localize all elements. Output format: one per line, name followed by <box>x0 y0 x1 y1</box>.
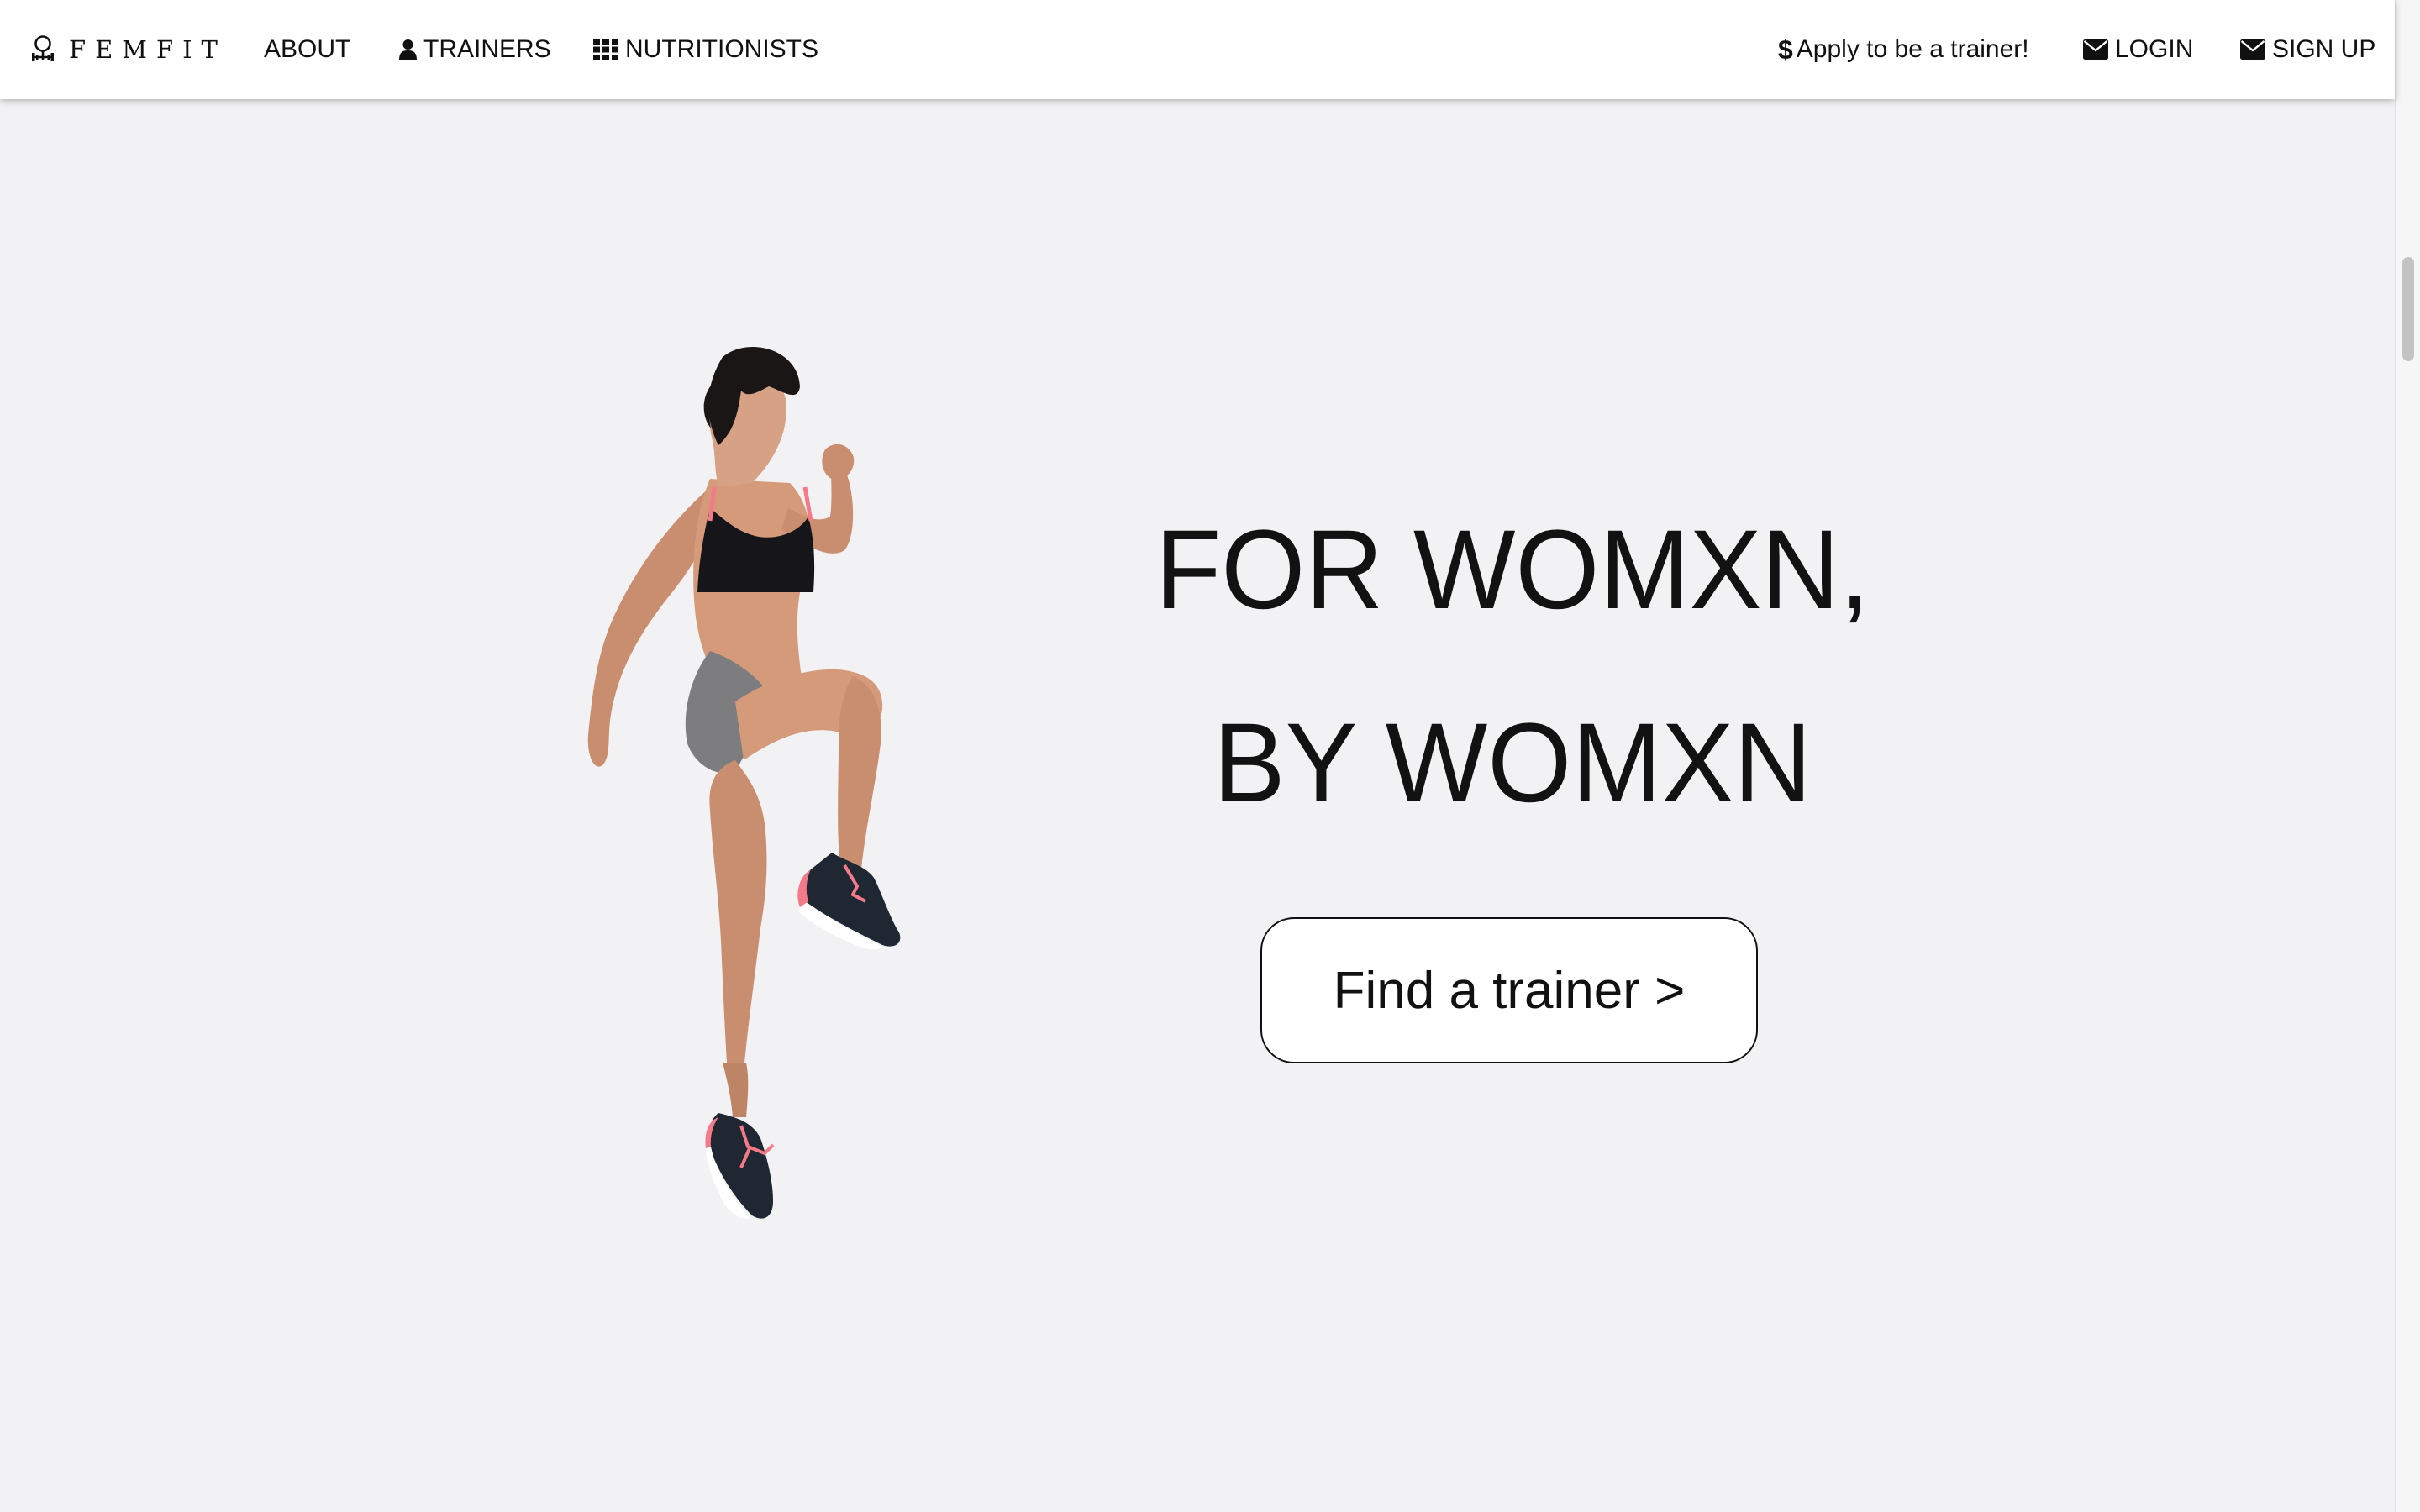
envelope-icon <box>2083 39 2108 60</box>
scrollbar-thumb[interactable] <box>2402 257 2414 361</box>
grid-icon <box>593 39 618 60</box>
hero-headline-line2: BY WOMXN <box>1213 701 1812 826</box>
female-dumbbell-logo-icon <box>32 35 54 61</box>
nav-nutritionists-label: NUTRITIONISTS <box>625 35 818 63</box>
nav-apply-link[interactable]: $ Apply to be a trainer! <box>1778 0 2029 99</box>
dollar-icon: $ <box>1778 34 1793 65</box>
hero-headline-line1: FOR WOMXN, <box>1155 507 1870 633</box>
user-icon <box>399 39 417 60</box>
hero-athlete-image <box>587 346 901 1219</box>
find-trainer-button[interactable]: Find a trainer > <box>1260 917 1758 1063</box>
nav-login-label: LOGIN <box>2115 35 2194 63</box>
brand-name: FEMFIT <box>69 35 227 64</box>
nav-about-link[interactable]: ABOUT <box>264 0 350 99</box>
envelope-icon <box>2240 39 2265 60</box>
vertical-scrollbar[interactable] <box>2395 0 2420 1512</box>
nav-apply-label: Apply to be a trainer! <box>1796 35 2029 63</box>
nav-nutritionists-link[interactable]: NUTRITIONISTS <box>593 0 818 99</box>
nav-signup-link[interactable]: SIGN UP <box>2240 0 2375 99</box>
nav-login-link[interactable]: LOGIN <box>2083 0 2193 99</box>
brand-logo-link[interactable]: FEMFIT <box>30 0 227 99</box>
nav-signup-label: SIGN UP <box>2272 35 2376 63</box>
top-navbar: FEMFIT ABOUT TRAINERS NUTRITIONISTS $ Ap… <box>0 0 2395 99</box>
nav-trainers-link[interactable]: TRAINERS <box>399 0 551 99</box>
nav-trainers-label: TRAINERS <box>424 35 551 63</box>
nav-about-label: ABOUT <box>264 35 351 63</box>
